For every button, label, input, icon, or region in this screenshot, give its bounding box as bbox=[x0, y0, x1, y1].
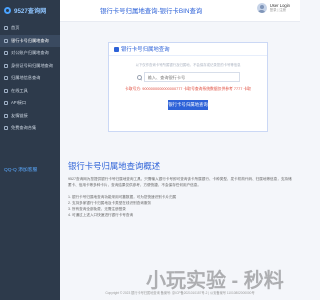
sidebar-item-id-card[interactable]: 身份证号码归属地查询 bbox=[0, 60, 60, 73]
logo-icon bbox=[4, 7, 11, 14]
footer: Copyright © 2023 银行卡号归属地查询 备案号: 京ICP备202… bbox=[105, 291, 255, 295]
user-sub[interactable]: 登录 | 注册 bbox=[270, 8, 290, 13]
sidebar-item-label: 对公账户归属地查询 bbox=[11, 50, 49, 56]
api-icon bbox=[4, 101, 8, 106]
location-icon bbox=[4, 76, 8, 81]
page-title: 银行卡号归属地查询-银行卡BIN查询 bbox=[100, 8, 203, 15]
query-button[interactable]: 银行卡号归属地查询 bbox=[168, 100, 208, 110]
sidebar-item-home[interactable]: 首页 bbox=[0, 22, 60, 35]
search-tip: 卡取号方: 9000000000000000777 卡取号查询系统数据仅供参考 … bbox=[125, 87, 251, 91]
sidebar-item-label: 免费查询合集 bbox=[11, 125, 37, 131]
user-avatar-icon[interactable] bbox=[256, 3, 267, 13]
sidebar-item-location[interactable]: 归属地信息查询 bbox=[0, 72, 60, 85]
account-icon bbox=[4, 51, 8, 56]
qq-service-link[interactable]: QQ-Q 添加客服 bbox=[4, 166, 37, 173]
sidebar-item-label: 首页 bbox=[11, 25, 20, 31]
search-row bbox=[109, 72, 267, 82]
article-paragraph: 9527查询网为您提供银行卡号归属地查询工具，只需输入银行卡号即可查询该卡所属银… bbox=[68, 177, 292, 187]
watermark: 小玩实验 - 秒料 bbox=[146, 270, 284, 292]
sidebar-item-links[interactable]: 友情链接 bbox=[0, 110, 60, 123]
top-header: 9527查询网 银行卡号归属地查询-银行卡BIN查询 User Login 登录… bbox=[0, 0, 300, 22]
sidebar-item-corporate-account[interactable]: 对公账户归属地查询 bbox=[0, 47, 60, 60]
search-card-title: 银行卡号归属地查询 bbox=[121, 47, 170, 53]
logo-text: 9527查询网 bbox=[14, 8, 47, 15]
sidebar-item-tools[interactable]: 在线工具 bbox=[0, 85, 60, 98]
article-title: 银行卡号归属地查询概述 bbox=[68, 161, 161, 171]
idcard-icon bbox=[4, 63, 8, 68]
site-logo[interactable]: 9527查询网 bbox=[0, 0, 60, 22]
sidebar-item-api[interactable]: API接口 bbox=[0, 97, 60, 110]
list-item: 4. 可通过上述入口快速进行银行卡号查询 bbox=[68, 213, 134, 218]
search-icon bbox=[136, 74, 142, 80]
sidebar-item-label: 归属地信息查询 bbox=[11, 75, 41, 81]
link-icon bbox=[4, 113, 8, 118]
sidebar-item-label: 身份证号码归属地查询 bbox=[11, 62, 53, 68]
sidebar: 首页 银行卡号归属地查询 对公账户归属地查询 身份证号码归属地查询 归属地信息查… bbox=[0, 22, 60, 300]
tool-icon bbox=[4, 88, 8, 93]
sidebar-item-label: API接口 bbox=[11, 100, 27, 106]
home-icon bbox=[4, 26, 8, 31]
card-icon bbox=[4, 38, 8, 43]
sidebar-item-bank-card[interactable]: 银行卡号归属地查询 bbox=[0, 34, 60, 47]
article: 银行卡号归属地查询概述 9527查询网为您提供银行卡号归属地查询工具，只需输入银… bbox=[60, 152, 300, 218]
search-card-header: 银行卡号归属地查询 bbox=[109, 43, 267, 56]
sidebar-item-label: 在线工具 bbox=[11, 87, 28, 93]
search-note: 以下仅作查询卡号所属银行及归属地，不会保存或记录您的卡号等信息 bbox=[135, 63, 241, 67]
user-login[interactable]: User Login 登录 | 注册 bbox=[256, 3, 290, 13]
sidebar-item-label: 友情链接 bbox=[11, 112, 28, 118]
article-list: 1. 银行卡号归属地查询功能采用可靠数据，可为您快速识别卡片归属 2. 支持多家… bbox=[68, 194, 292, 218]
card-number-input[interactable] bbox=[143, 72, 240, 82]
sidebar-item-free-collection[interactable]: 免费查询合集 bbox=[0, 122, 60, 135]
collection-icon bbox=[4, 126, 8, 131]
sidebar-item-label: 银行卡号归属地查询 bbox=[11, 37, 49, 43]
search-card: 银行卡号归属地查询 以下仅作查询卡号所属银行及归属地，不会保存或记录您的卡号等信… bbox=[108, 42, 268, 132]
card-icon bbox=[114, 46, 119, 52]
